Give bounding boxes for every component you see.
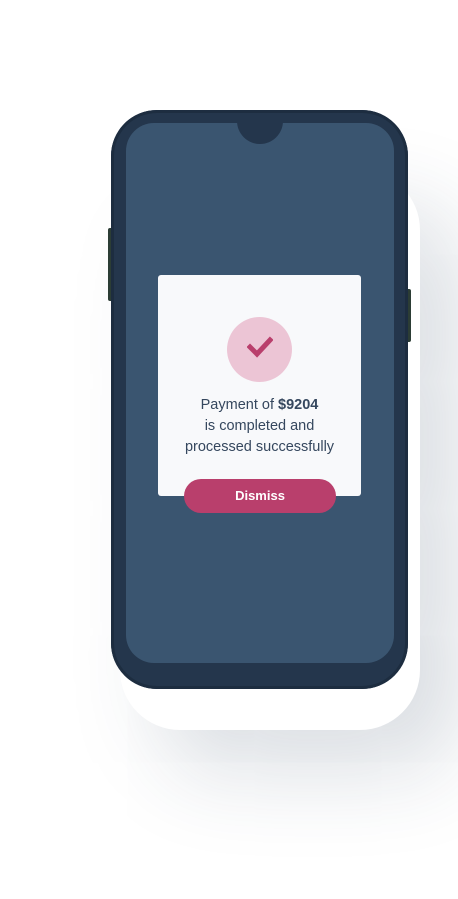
- camera-notch: [237, 123, 283, 144]
- dismiss-button[interactable]: Dismiss: [184, 479, 336, 513]
- message-line-3: processed successfully: [184, 439, 335, 455]
- success-badge: [227, 317, 292, 382]
- message-prefix: Payment of: [200, 397, 279, 413]
- payment-message: Payment of $9204 is completed and proces…: [158, 395, 361, 458]
- payment-amount: $9204: [278, 397, 319, 413]
- stage: Payment of $9204 is completed and proces…: [0, 0, 458, 899]
- message-line-2: is completed and: [204, 418, 315, 434]
- message-line-1: Payment of $9204: [158, 395, 361, 416]
- payment-success-dialog: Payment of $9204 is completed and proces…: [158, 275, 361, 496]
- checkmark-icon: [245, 336, 274, 363]
